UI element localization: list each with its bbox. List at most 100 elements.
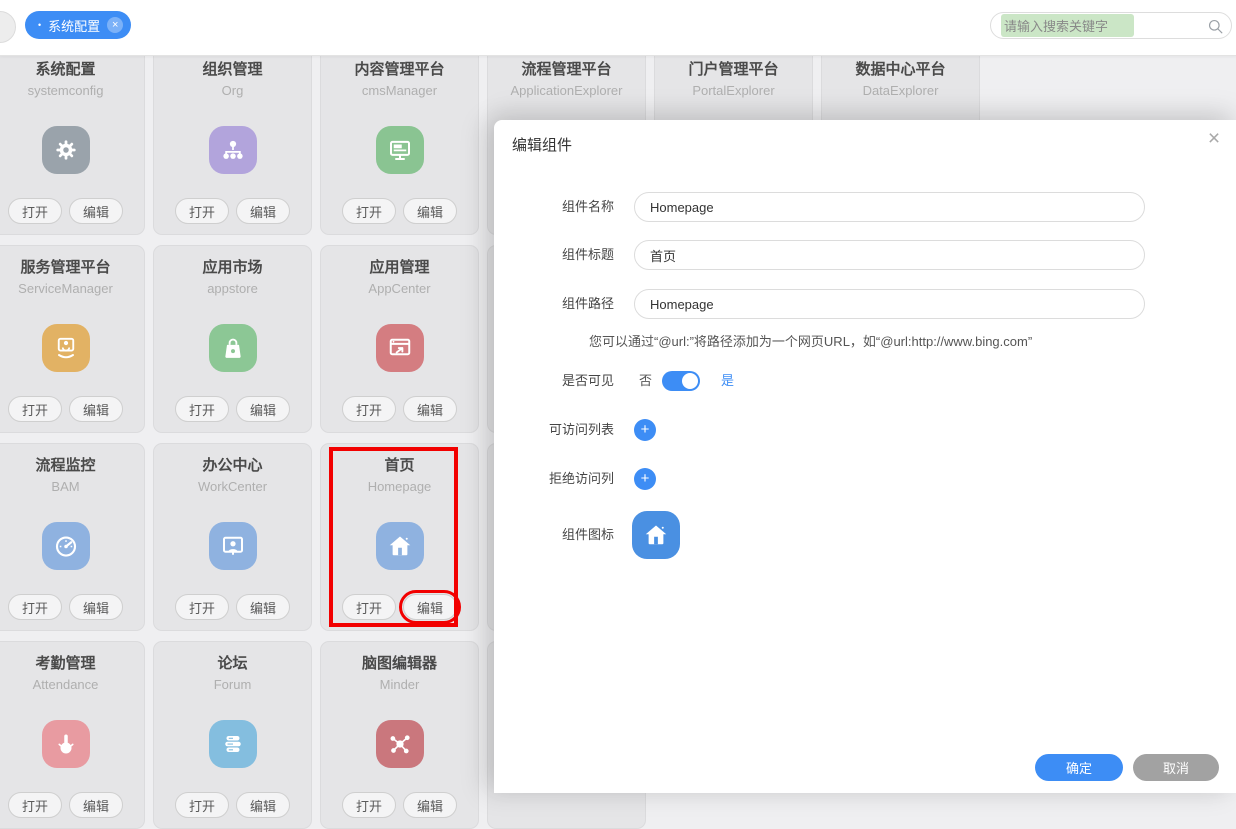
tab-active-dot: • [38, 19, 42, 30]
app-card: 论坛 Forum 打开 编辑 [153, 641, 312, 829]
card-title: 门户管理平台 [688, 61, 779, 78]
open-button[interactable]: 打开 [7, 396, 62, 422]
open-button[interactable]: 打开 [7, 594, 62, 620]
gear-icon [41, 126, 90, 174]
search-icon[interactable] [1206, 17, 1225, 41]
component-title-input[interactable] [634, 240, 1145, 270]
add-deny-button[interactable]: + [634, 468, 656, 490]
open-button[interactable]: 打开 [7, 198, 62, 224]
edit-button[interactable]: 编辑 [403, 396, 458, 422]
card-title: 数据中心平台 [855, 61, 946, 78]
open-button[interactable]: 打开 [341, 594, 396, 620]
edit-button[interactable]: 编辑 [69, 792, 124, 818]
card-subtitle: WorkCenter [197, 479, 268, 494]
top-bar: • 系统配置 × 请输入搜索关键字 [0, 0, 1236, 56]
add-access-button[interactable]: + [634, 419, 656, 441]
open-button[interactable]: 打开 [341, 792, 396, 818]
close-icon[interactable]: × [1203, 128, 1225, 150]
card-subtitle: Org [221, 83, 244, 98]
card-subtitle: ApplicationExplorer [510, 83, 623, 98]
open-button[interactable]: 打开 [174, 198, 229, 224]
edit-button[interactable]: 编辑 [69, 396, 124, 422]
access-list-label: 可访问列表 [548, 422, 614, 437]
card-subtitle: DataExplorer [862, 83, 939, 98]
modal-title: 编辑组件 [512, 137, 573, 154]
partial-circle-button[interactable] [0, 11, 16, 43]
component-name-input[interactable] [634, 192, 1145, 222]
cancel-button[interactable]: 取消 [1133, 754, 1219, 781]
edit-button[interactable]: 编辑 [403, 198, 458, 224]
app-card: 首页 Homepage 打开 编辑 [320, 443, 479, 631]
app-card: 系统配置 systemconfig 打开 编辑 [0, 47, 145, 235]
tab-system-config[interactable]: • 系统配置 × [25, 11, 132, 39]
app-card: 应用市场 appstore 打开 编辑 [153, 245, 312, 433]
window-share-icon [375, 324, 424, 372]
gauge-icon [41, 522, 90, 570]
app-card: 组织管理 Org 打开 编辑 [153, 47, 312, 235]
app-card: 服务管理平台 ServiceManager 打开 编辑 [0, 245, 145, 433]
hand-pointer-icon [41, 720, 90, 768]
path-hint-text: 您可以通过“@url:”将路径添加为一个网页URL，如“@url:http://… [589, 334, 1033, 349]
edit-button[interactable]: 编辑 [236, 198, 291, 224]
card-title: 论坛 [217, 655, 248, 672]
card-title: 系统配置 [35, 61, 96, 78]
search-placeholder: 请输入搜索关键字 [1001, 14, 1135, 37]
toggle-off-label: 否 [639, 373, 653, 388]
edit-component-modal: 编辑组件 × 组件名称 组件标题 组件路径 您可以通过“@url:”将路径添加为… [494, 120, 1236, 793]
card-subtitle: appstore [207, 281, 258, 296]
card-title: 办公中心 [202, 457, 263, 474]
app-card: 脑图编辑器 Minder 打开 编辑 [320, 641, 479, 829]
open-button[interactable]: 打开 [174, 396, 229, 422]
ok-button[interactable]: 确定 [1035, 754, 1123, 781]
app-card: 流程监控 BAM 打开 编辑 [0, 443, 145, 631]
open-button[interactable]: 打开 [341, 198, 396, 224]
app-card: 内容管理平台 cmsManager 打开 编辑 [320, 47, 479, 235]
edit-button[interactable]: 编辑 [403, 792, 458, 818]
card-title: 应用管理 [369, 259, 430, 276]
toggle-on-label: 是 [721, 373, 735, 388]
org-chart-icon [208, 126, 257, 174]
card-title: 考勤管理 [35, 655, 96, 672]
monitor-icon [375, 126, 424, 174]
card-title: 首页 [384, 457, 415, 474]
search-input[interactable]: 请输入搜索关键字 [990, 12, 1232, 39]
card-title: 脑图编辑器 [361, 655, 437, 672]
edit-button[interactable]: 编辑 [69, 594, 124, 620]
visible-toggle[interactable] [662, 371, 700, 391]
visible-field-label: 是否可见 [561, 373, 614, 388]
edit-button[interactable]: 编辑 [236, 792, 291, 818]
toggle-knob [682, 373, 698, 389]
edit-button[interactable]: 编辑 [398, 590, 462, 624]
card-title: 组织管理 [202, 61, 263, 78]
open-button[interactable]: 打开 [7, 792, 62, 818]
open-button[interactable]: 打开 [174, 792, 229, 818]
card-title: 流程监控 [35, 457, 96, 474]
home-icon[interactable] [632, 511, 680, 559]
card-subtitle: BAM [51, 479, 80, 494]
edit-button[interactable]: 编辑 [236, 594, 291, 620]
close-circle-icon[interactable]: × [107, 17, 124, 33]
component-path-input[interactable] [634, 289, 1145, 319]
card-subtitle: PortalExplorer [692, 83, 775, 98]
open-button[interactable]: 打开 [174, 594, 229, 620]
card-subtitle: systemconfig [27, 83, 104, 98]
edit-button[interactable]: 编辑 [236, 396, 291, 422]
person-monitor-icon [208, 522, 257, 570]
service-desk-icon [41, 324, 90, 372]
title-field-label: 组件标题 [561, 247, 614, 262]
app-card: 办公中心 WorkCenter 打开 编辑 [153, 443, 312, 631]
open-button[interactable]: 打开 [341, 396, 396, 422]
tab-label: 系统配置 [48, 18, 101, 34]
card-title: 流程管理平台 [521, 61, 612, 78]
edit-button[interactable]: 编辑 [69, 198, 124, 224]
card-subtitle: Forum [213, 677, 252, 692]
app-card: 应用管理 AppCenter 打开 编辑 [320, 245, 479, 433]
mindmap-icon [375, 720, 424, 768]
deny-list-label: 拒绝访问列 [548, 471, 614, 486]
card-subtitle: Homepage [367, 479, 432, 494]
list-bars-icon [208, 720, 257, 768]
card-subtitle: ServiceManager [18, 281, 113, 296]
app-card: 考勤管理 Attendance 打开 编辑 [0, 641, 145, 829]
name-field-label: 组件名称 [561, 199, 614, 214]
card-subtitle: cmsManager [361, 83, 438, 98]
